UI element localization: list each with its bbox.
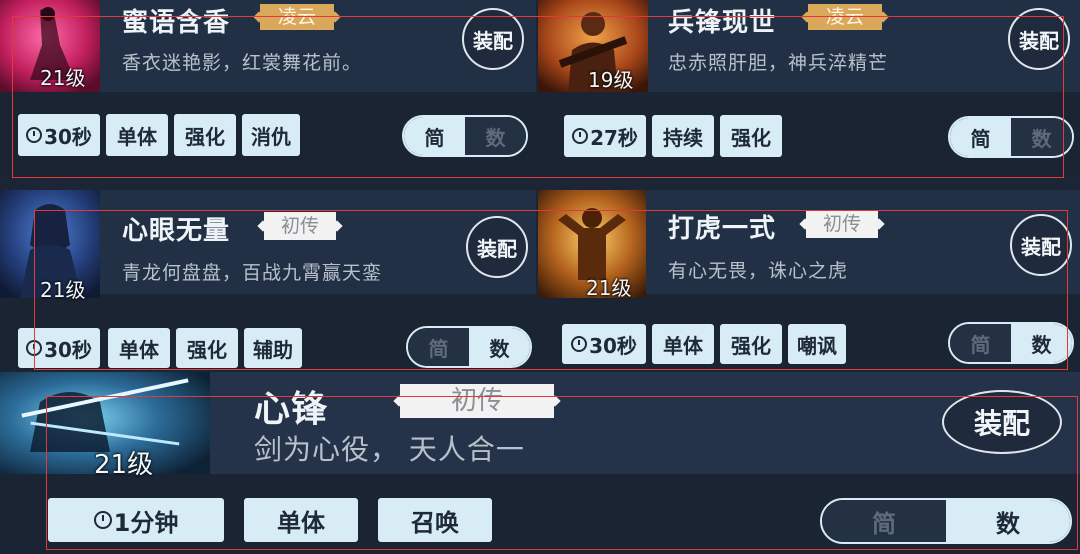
equip-button[interactable]: 装配 bbox=[942, 390, 1062, 454]
skill-tag: 强化 bbox=[174, 114, 236, 156]
skill-name: 打虎一式 bbox=[668, 214, 777, 244]
skill-tag: 强化 bbox=[720, 324, 782, 364]
skill-card-xinyan[interactable]: 21级 心眼无量 初传 青龙何盘盘，百战九霄赢天銮 装配 30秒 单体 强化 辅… bbox=[0, 190, 536, 370]
equip-button[interactable]: 装配 bbox=[462, 8, 524, 70]
skill-description: 剑为心役， 天人合一 bbox=[254, 433, 525, 466]
skill-tag: 单体 bbox=[106, 114, 168, 156]
clock-icon bbox=[93, 511, 112, 529]
cooldown-tag: 30秒 bbox=[18, 114, 100, 156]
skill-description: 青龙何盘盘，百战九霄赢天銮 bbox=[122, 262, 383, 284]
skill-tag: 单体 bbox=[108, 328, 170, 368]
equip-button[interactable]: 装配 bbox=[1008, 8, 1070, 70]
simple-number-toggle[interactable]: 简 数 bbox=[948, 116, 1074, 158]
toggle-number-option[interactable]: 数 bbox=[465, 117, 526, 155]
cooldown-tag: 30秒 bbox=[18, 328, 100, 368]
skill-level: 21级 bbox=[40, 66, 86, 90]
skill-tag: 强化 bbox=[176, 328, 238, 368]
skill-level: 21级 bbox=[94, 450, 154, 480]
skill-tag: 持续 bbox=[652, 115, 714, 157]
equip-button[interactable]: 装配 bbox=[1010, 214, 1072, 276]
toggle-simple-option[interactable]: 简 bbox=[408, 328, 469, 366]
skill-tag: 召唤 bbox=[378, 498, 492, 542]
clock-icon bbox=[572, 128, 589, 144]
skill-name: 蜜语含香 bbox=[122, 8, 231, 38]
clock-icon bbox=[571, 336, 588, 352]
cooldown-tag: 1分钟 bbox=[48, 498, 224, 542]
skill-card-miyu[interactable]: 21级 蜜语含香 凌云 香衣迷艳影，红裳舞花前。 装配 30秒 单体 强化 消仇… bbox=[0, 0, 536, 177]
skill-level: 19级 bbox=[588, 68, 634, 92]
equip-button[interactable]: 装配 bbox=[466, 216, 528, 278]
toggle-simple-option[interactable]: 简 bbox=[404, 117, 465, 155]
clock-icon bbox=[26, 127, 43, 143]
simple-number-toggle[interactable]: 简 数 bbox=[406, 326, 532, 368]
skill-level: 21级 bbox=[586, 276, 632, 300]
skill-name: 心锋 bbox=[254, 389, 329, 430]
cooldown-tag: 27秒 bbox=[564, 115, 646, 157]
skill-tag: 消仇 bbox=[242, 114, 300, 156]
simple-number-toggle[interactable]: 简 数 bbox=[402, 115, 528, 157]
toggle-simple-option[interactable]: 简 bbox=[822, 500, 946, 542]
rank-badge: 初传 bbox=[400, 384, 554, 418]
rank-badge: 初传 bbox=[264, 212, 336, 240]
skill-description: 有心无畏，诛心之虎 bbox=[668, 260, 849, 282]
skill-tag: 单体 bbox=[244, 498, 358, 542]
skill-name: 兵锋现世 bbox=[668, 8, 777, 38]
skill-tag: 嘲讽 bbox=[788, 324, 846, 364]
skill-description: 忠赤照肝胆，神兵淬精芒 bbox=[668, 52, 889, 74]
clock-icon bbox=[26, 340, 43, 356]
skill-card-dahu[interactable]: 21级 打虎一式 初传 有心无畏，诛心之虎 装配 30秒 单体 强化 嘲讽 简 … bbox=[538, 190, 1080, 370]
simple-number-toggle[interactable]: 简 数 bbox=[948, 322, 1074, 364]
toggle-number-option[interactable]: 数 bbox=[946, 500, 1070, 542]
rank-badge: 凌云 bbox=[260, 4, 334, 30]
skill-level: 21级 bbox=[40, 278, 86, 302]
rank-badge: 初传 bbox=[806, 210, 878, 238]
toggle-simple-option[interactable]: 简 bbox=[950, 118, 1011, 156]
toggle-simple-option[interactable]: 简 bbox=[950, 324, 1011, 362]
skill-description: 香衣迷艳影，红裳舞花前。 bbox=[122, 52, 363, 74]
skill-tag: 辅助 bbox=[244, 328, 302, 368]
skill-tag: 强化 bbox=[720, 115, 782, 157]
toggle-number-option[interactable]: 数 bbox=[469, 328, 530, 366]
simple-number-toggle[interactable]: 简 数 bbox=[820, 498, 1072, 544]
skill-card-xinfeng[interactable]: 21级 心锋 初传 剑为心役， 天人合一 装配 1分钟 单体 召唤 简 数 bbox=[0, 372, 1080, 554]
skill-tag: 单体 bbox=[652, 324, 714, 364]
skill-name: 心眼无量 bbox=[122, 216, 231, 246]
rank-badge: 凌云 bbox=[808, 4, 882, 30]
cooldown-tag: 30秒 bbox=[562, 324, 646, 364]
toggle-number-option[interactable]: 数 bbox=[1011, 324, 1072, 362]
skill-card-bingfeng[interactable]: 19级 兵锋现世 凌云 忠赤照肝胆，神兵淬精芒 装配 27秒 持续 强化 简 数 bbox=[538, 0, 1080, 177]
toggle-number-option[interactable]: 数 bbox=[1011, 118, 1072, 156]
